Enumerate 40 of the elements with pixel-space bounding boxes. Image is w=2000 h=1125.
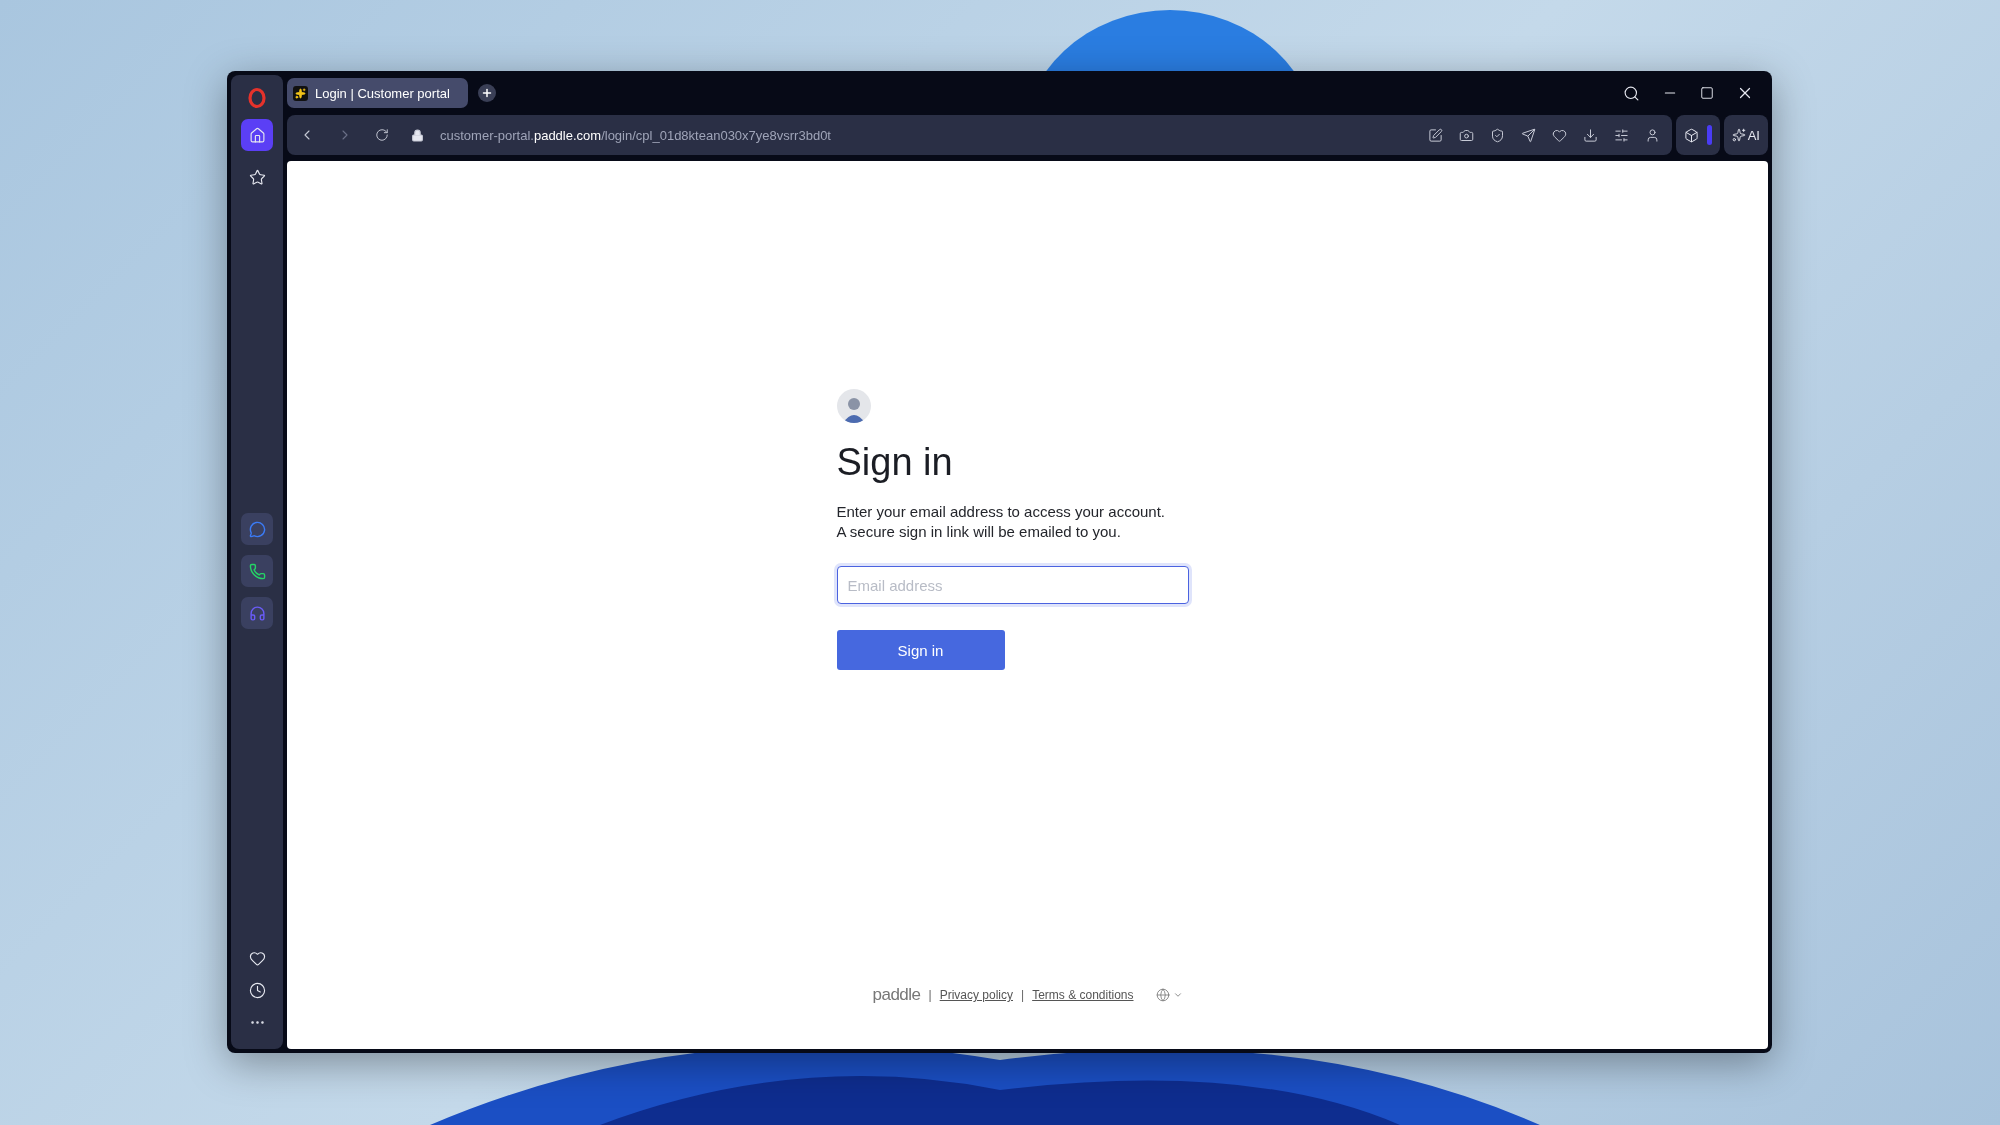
- plus-icon: [480, 87, 493, 99]
- edit-icon[interactable]: [1427, 127, 1443, 143]
- description-text: Enter your email address to access your account. A secure sign in link will be emailed to you.: [836, 502, 1166, 542]
- separator: |: [928, 988, 932, 1002]
- avatar-silhouette: [836, 389, 871, 423]
- browser-logo-icon[interactable]: [247, 87, 267, 109]
- sparkle-icon: [293, 85, 308, 101]
- page-heading: Sign in: [836, 441, 954, 484]
- ai-button[interactable]: AI: [1723, 115, 1768, 155]
- sparkle-icon: [1731, 128, 1746, 142]
- reload-icon[interactable]: [375, 128, 389, 142]
- new-tab-button[interactable]: [477, 84, 496, 102]
- heart-icon[interactable]: [1551, 127, 1567, 143]
- search-icon[interactable]: [1623, 84, 1640, 102]
- sliders-icon[interactable]: [1613, 127, 1629, 143]
- footer-link[interactable]: Privacy policy: [939, 988, 1013, 1002]
- browser-tab[interactable]: Login | Customer portal: [287, 78, 468, 108]
- chevron-down-icon: [1172, 990, 1183, 1000]
- footer-link[interactable]: Terms & conditions: [1032, 988, 1134, 1002]
- sidebar-headphones-icon[interactable]: [241, 597, 273, 629]
- sign-in-button[interactable]: Sign in: [836, 630, 1005, 670]
- cube-icon: [1683, 127, 1699, 143]
- sidebar-home-icon[interactable]: [241, 119, 273, 151]
- lock-icon: [411, 128, 424, 142]
- shield-icon[interactable]: [1489, 127, 1505, 143]
- maximize-icon[interactable]: [1700, 86, 1714, 100]
- globe-icon: [1155, 988, 1170, 1002]
- extensions-pill[interactable]: [1675, 115, 1720, 155]
- email-field[interactable]: Email address: [836, 566, 1189, 604]
- separator: |: [1021, 988, 1025, 1002]
- address-bar[interactable]: customer-portal.paddle.com/login/cpl_01d8ktean030x7ye8vsrr3bd0t: [440, 127, 831, 143]
- send-icon[interactable]: [1520, 127, 1536, 143]
- sidebar-phone-icon[interactable]: [241, 555, 273, 587]
- tab-title: Login | Customer portal: [315, 85, 450, 101]
- language-selector[interactable]: [1155, 988, 1183, 1002]
- download-icon[interactable]: [1582, 127, 1598, 143]
- camera-icon[interactable]: [1458, 127, 1474, 143]
- sidebar-chat-bubble-icon[interactable]: [241, 513, 273, 545]
- brand-logo: paddle: [872, 985, 921, 1005]
- user-icon[interactable]: [1644, 127, 1660, 143]
